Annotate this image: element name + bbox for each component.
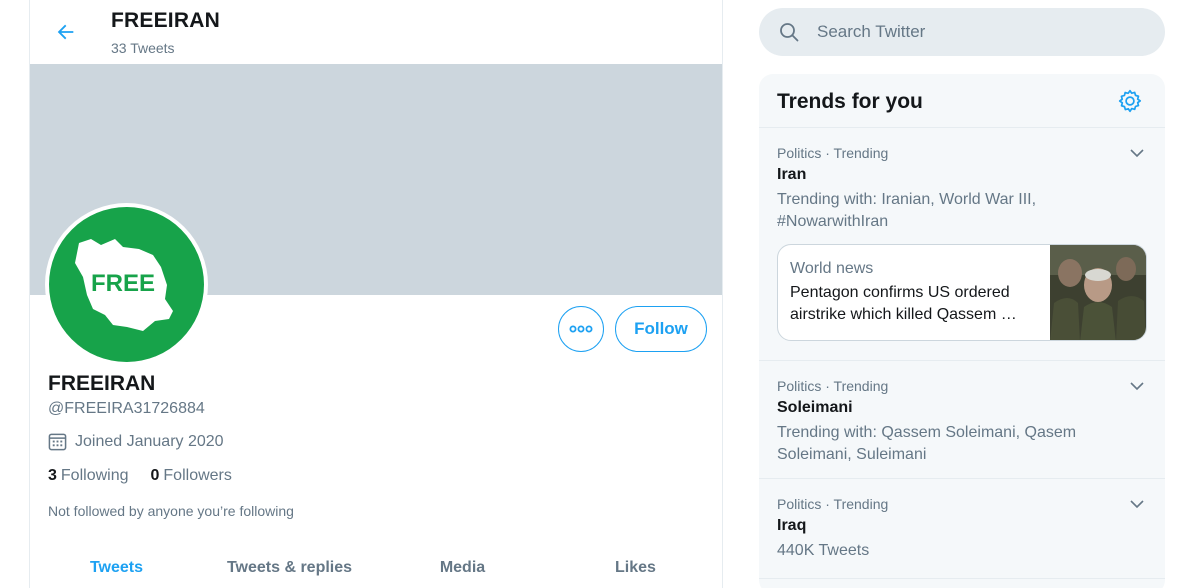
trend-context: Trending with: Iranian, World War III, #… [777, 191, 1037, 230]
search-box[interactable] [759, 8, 1165, 56]
following-link[interactable]: 3 Following [48, 467, 129, 485]
tab-tweets-replies[interactable]: Tweets & replies [203, 552, 376, 588]
gear-icon[interactable] [1117, 88, 1143, 114]
trend-meta: Politics · Trending [777, 145, 889, 161]
profile-tabs: Tweets Tweets & replies Media Likes [30, 552, 722, 588]
avatar-label: FREE [90, 270, 154, 297]
news-text: World news Pentagon confirms US ordered … [778, 245, 1050, 340]
back-button[interactable] [50, 16, 82, 48]
tab-media[interactable]: Media [376, 552, 549, 588]
avatar[interactable]: FREE [45, 203, 208, 366]
tweet-count: 33 Tweets [111, 40, 175, 56]
trend-meta: Politics · Trending [777, 496, 889, 512]
chevron-down-icon[interactable] [1129, 145, 1145, 161]
trends-title: Trends for you [777, 90, 923, 113]
trend-item[interactable]: Politics · Trending Soleimani Trending w… [759, 361, 1165, 479]
chevron-down-icon[interactable] [1129, 496, 1145, 512]
profile-handle: @FREEIRA31726884 [48, 400, 205, 417]
following-label: Following [60, 467, 129, 484]
profile-header-bar: FREEIRAN 33 Tweets [30, 0, 722, 64]
search-input[interactable] [817, 22, 1137, 42]
trend-tweet-count: 440K Tweets [777, 542, 870, 559]
followers-label: Followers [163, 467, 232, 484]
tab-tweets[interactable]: Tweets [30, 552, 203, 588]
followers-link[interactable]: 0 Followers [151, 467, 232, 485]
news-headline: Pentagon confirms US ordered airstrike w… [790, 284, 1017, 323]
more-horizontal-icon [569, 325, 593, 333]
more-options-button[interactable] [558, 306, 604, 352]
news-thumbnail [1050, 245, 1146, 340]
trend-name: Iraq [777, 517, 807, 534]
profile-name: FREEIRAN [48, 372, 156, 395]
news-source: World news [790, 260, 874, 277]
joined-date: Joined January 2020 [48, 432, 224, 451]
trend-context: Trending with: Qassem Soleimani, Qasem S… [777, 424, 1077, 463]
avatar-image: FREE [49, 207, 204, 362]
follow-button[interactable]: Follow [615, 306, 707, 352]
iran-map-logo: FREE [74, 238, 173, 331]
trend-name: Soleimani [777, 399, 853, 416]
trends-panel: Trends for you Politics · Trending Iran … [759, 74, 1165, 588]
trend-name: Iran [777, 166, 807, 183]
tab-likes[interactable]: Likes [549, 552, 722, 588]
calendar-icon [48, 433, 67, 451]
following-count: 3 [48, 467, 57, 484]
trends-header: Trends for you [759, 74, 1165, 128]
arrow-left-icon [57, 24, 74, 40]
follow-counts: 3 Following 0 Followers [48, 467, 232, 485]
profile-column: FREEIRAN 33 Tweets FREE Follow FREEIRAN … [29, 0, 723, 588]
trend-meta: Politics · Trending [777, 378, 889, 394]
joined-text: Joined January 2020 [75, 432, 224, 450]
page-title: FREEIRAN [111, 9, 220, 32]
search-icon [780, 23, 799, 42]
trend-item[interactable]: Politics · Trending Iran Trending with: … [759, 128, 1165, 361]
followers-count: 0 [150, 467, 160, 484]
not-followed-note: Not followed by anyone you’re following [48, 503, 294, 519]
chevron-down-icon[interactable] [1129, 378, 1145, 394]
news-card[interactable]: World news Pentagon confirms US ordered … [777, 244, 1147, 341]
trend-item[interactable]: Politics · Trending Iraq 440K Tweets [759, 479, 1165, 579]
